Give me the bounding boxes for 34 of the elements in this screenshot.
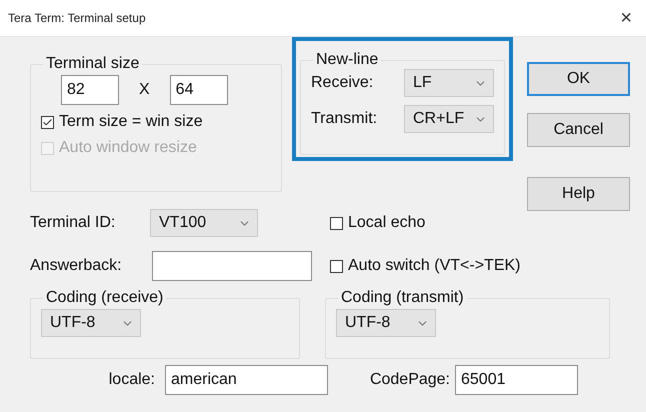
checkbox[interactable] xyxy=(41,116,54,128)
field-label: CodePage: xyxy=(368,371,450,389)
separator-text: X xyxy=(139,81,150,99)
group-title: Coding (transmit) xyxy=(340,289,465,307)
group-title: Terminal size xyxy=(45,55,140,73)
input-field[interactable]: 82 xyxy=(61,75,119,105)
dropdown[interactable]: UTF-8 xyxy=(336,309,436,337)
field-label: Answerback: xyxy=(30,257,123,275)
checkbox[interactable] xyxy=(330,260,343,272)
dialog-button[interactable]: OK xyxy=(527,62,630,96)
checkbox-label: Auto switch (VT<->TEK) xyxy=(348,257,520,275)
field-label: locale: xyxy=(108,371,155,389)
dialog-button[interactable]: Cancel xyxy=(527,113,630,147)
dropdown[interactable]: LF xyxy=(404,69,494,97)
dialog-button[interactable]: Help xyxy=(527,177,630,211)
window-title: Tera Term: Terminal setup xyxy=(8,11,146,25)
field-label: Terminal ID: xyxy=(30,214,116,232)
checkbox-label: Auto window resize xyxy=(59,139,197,157)
dropdown[interactable]: CR+LF xyxy=(404,105,494,133)
input-field[interactable]: american xyxy=(165,365,328,395)
input-field[interactable]: 65001 xyxy=(455,365,578,395)
input-field[interactable] xyxy=(152,251,312,281)
close-button[interactable]: × xyxy=(618,6,634,30)
dropdown[interactable]: UTF-8 xyxy=(41,309,141,337)
group-title: New-line xyxy=(315,51,380,69)
input-field[interactable]: 64 xyxy=(170,75,228,105)
field-label: Transmit: xyxy=(311,110,378,128)
dropdown[interactable]: VT100 xyxy=(150,209,258,237)
field-label: Receive: xyxy=(311,74,374,92)
checkbox[interactable] xyxy=(330,216,343,230)
checkbox-label: Term size = win size xyxy=(59,113,203,131)
checkbox-label: Local echo xyxy=(348,214,426,232)
check-icon xyxy=(42,116,53,128)
group-title: Coding (receive) xyxy=(45,289,164,307)
